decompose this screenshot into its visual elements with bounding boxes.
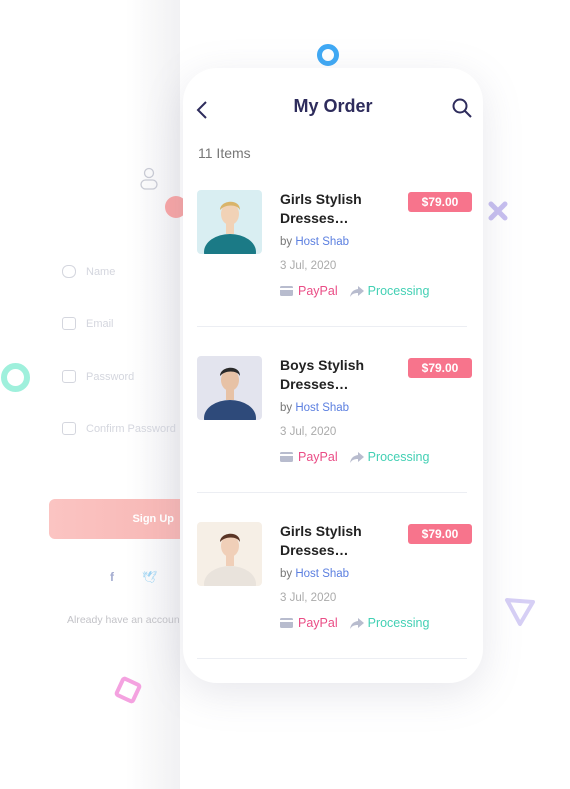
password-label: Password <box>86 370 135 383</box>
email-label: Email <box>86 317 114 330</box>
order-status: Processing <box>367 616 430 630</box>
product-name[interactable]: Boys Stylish Dresses… <box>280 356 380 394</box>
product-image <box>197 522 262 586</box>
background-signup-screen: Name Email Password Confirm Password Sig… <box>0 0 180 789</box>
mail-icon <box>62 317 76 330</box>
seller-line: by Host Shab <box>280 236 349 248</box>
seller-link[interactable]: Host Shab <box>295 568 349 580</box>
order-item[interactable]: Girls Stylish Dresses… $79.00 by Host Sh… <box>197 190 472 356</box>
order-item[interactable]: Girls Stylish Dresses… $79.00 by Host Sh… <box>197 522 472 688</box>
items-count: 11 Items <box>198 145 251 161</box>
product-name[interactable]: Girls Stylish Dresses… <box>280 522 380 560</box>
product-image <box>197 356 262 420</box>
confirm-password-field: Confirm Password <box>62 422 180 435</box>
forward-arrow-icon <box>349 617 364 629</box>
order-meta: PayPal Processing <box>280 616 429 630</box>
user-icon <box>140 167 158 190</box>
forward-arrow-icon <box>349 285 364 297</box>
cross-decoration <box>488 201 508 221</box>
seller-link[interactable]: Host Shab <box>295 236 349 248</box>
by-label: by <box>280 402 293 414</box>
ring-decoration <box>1 363 30 392</box>
price-badge: $79.00 <box>408 358 472 378</box>
person-figure <box>204 201 256 254</box>
twitter-icon: 🕊 <box>142 570 158 584</box>
facebook-icon: f <box>110 570 114 584</box>
price-badge: $79.00 <box>408 192 472 212</box>
my-order-screen: My Order 11 Items Girls Stylish Dresses…… <box>183 68 483 683</box>
user-icon <box>62 265 76 278</box>
payment-method: PayPal <box>298 450 338 464</box>
name-label: Name <box>86 265 116 278</box>
order-status: Processing <box>367 450 430 464</box>
confirm-password-label: Confirm Password <box>86 422 176 435</box>
by-label: by <box>280 236 293 248</box>
card-icon <box>280 452 293 462</box>
triangle-decoration <box>505 598 535 626</box>
by-label: by <box>280 568 293 580</box>
forward-arrow-icon <box>349 451 364 463</box>
order-date: 3 Jul, 2020 <box>280 426 337 438</box>
seller-line: by Host Shab <box>280 568 349 580</box>
price-badge: $79.00 <box>408 524 472 544</box>
lock-icon <box>62 370 76 383</box>
order-status: Processing <box>367 284 430 298</box>
order-meta: PayPal Processing <box>280 284 429 298</box>
person-figure <box>204 533 256 586</box>
person-figure <box>204 367 256 420</box>
divider <box>197 492 467 493</box>
product-image <box>197 190 262 254</box>
order-item[interactable]: Boys Stylish Dresses… $79.00 by Host Sha… <box>197 356 472 522</box>
seller-line: by Host Shab <box>280 402 349 414</box>
name-field: Name <box>62 265 115 278</box>
email-field: Email <box>62 317 114 330</box>
payment-method: PayPal <box>298 284 338 298</box>
sign-up-button: Sign Up <box>49 499 180 539</box>
seller-link[interactable]: Host Shab <box>295 402 349 414</box>
order-date: 3 Jul, 2020 <box>280 592 337 604</box>
page-title: My Order <box>293 96 373 116</box>
lock-icon <box>62 422 76 435</box>
product-name[interactable]: Girls Stylish Dresses… <box>280 190 380 228</box>
divider <box>197 326 467 327</box>
card-icon <box>280 618 293 628</box>
divider <box>197 658 467 659</box>
order-meta: PayPal Processing <box>280 450 429 464</box>
ring-decoration <box>317 44 339 66</box>
order-date: 3 Jul, 2020 <box>280 260 337 272</box>
card-icon <box>280 286 293 296</box>
search-icon[interactable] <box>451 97 473 119</box>
login-prompt: Already have an account <box>67 614 179 626</box>
password-field: Password <box>62 370 134 383</box>
payment-method: PayPal <box>298 616 338 630</box>
